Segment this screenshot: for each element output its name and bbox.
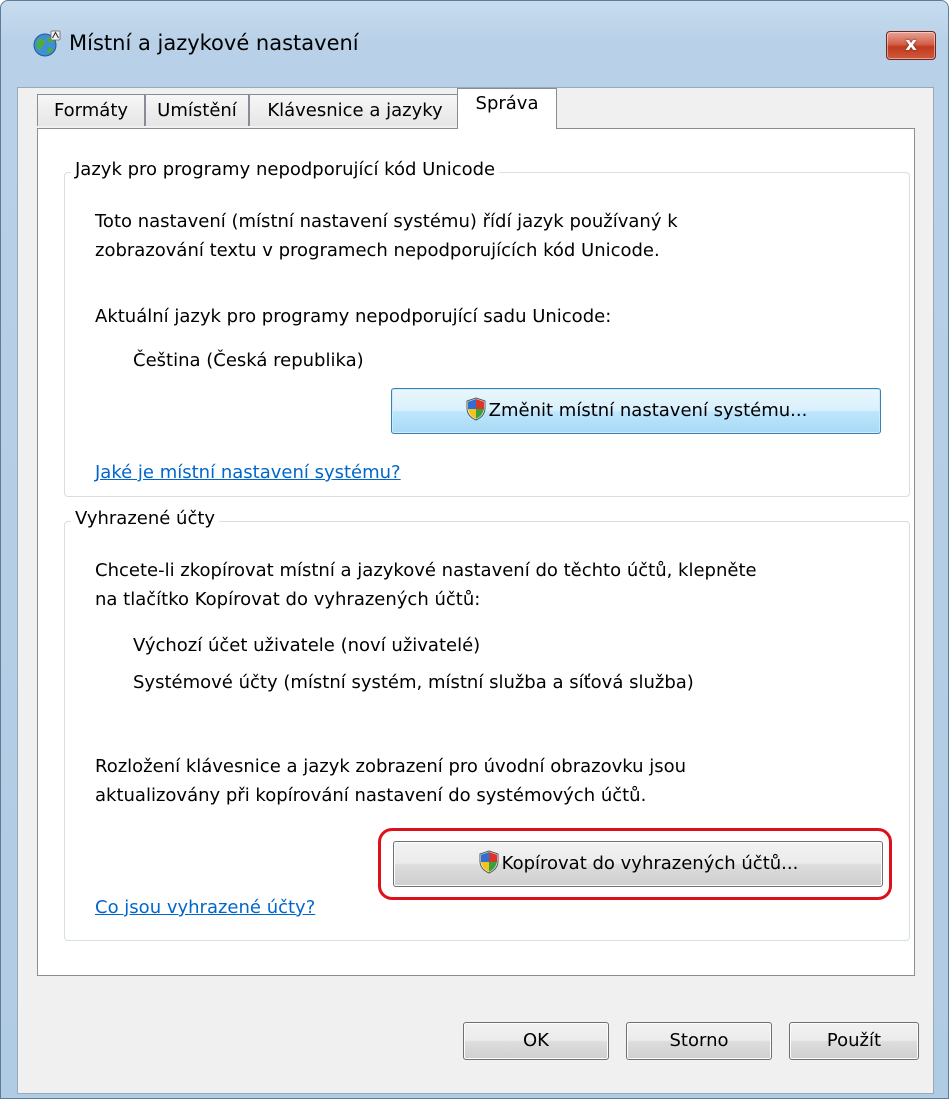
reserved-note-line2: aktualizovány při kopírování nastavení d…: [95, 785, 647, 806]
system-accounts-item: Systémové účty (místní systém, místní sl…: [133, 672, 694, 693]
reserved-description-line2: na tlačítko Kopírovat do vyhrazených účt…: [95, 589, 481, 610]
current-language-value: Čeština (Česká republika): [133, 350, 364, 371]
tab-klavesnice-a-jazyky[interactable]: Klávesnice a jazyky: [249, 94, 461, 126]
change-system-locale-label: Změnit místní nastavení systému...: [488, 400, 808, 421]
unicode-description-line2: zobrazování textu v programech nepodporu…: [95, 240, 660, 261]
unicode-description-line1: Toto nastavení (místní nastavení systému…: [95, 211, 678, 232]
globe-icon: [33, 30, 61, 57]
reserved-description-line1: Chcete-li zkopírovat místní a jazykové n…: [95, 560, 757, 581]
default-user-account-item: Výchozí účet uživatele (noví uživatelé): [133, 635, 481, 656]
cancel-button[interactable]: Storno: [626, 1022, 772, 1060]
title-bar[interactable]: Místní a jazykové nastavení x: [1, 1, 948, 87]
tab-formaty[interactable]: Formáty: [37, 94, 145, 126]
unicode-group-title: Jazyk pro programy nepodporující kód Uni…: [71, 159, 500, 180]
close-button[interactable]: x: [886, 31, 936, 60]
reserved-accounts-help-link[interactable]: Co jsou vyhrazené účty?: [95, 897, 315, 918]
tab-strip: Formáty Umístění Klávesnice a jazyky Spr…: [37, 88, 917, 129]
dialog-client-area: Formáty Umístění Klávesnice a jazyky Spr…: [17, 87, 934, 1094]
ok-button[interactable]: OK: [463, 1022, 609, 1060]
system-locale-help-link[interactable]: Jaké je místní nastavení systému?: [95, 462, 401, 483]
red-highlight-annotation: [378, 828, 892, 900]
uac-shield-icon: [466, 397, 486, 421]
tab-sprava[interactable]: Správa: [457, 88, 557, 129]
current-language-label: Aktuální jazyk pro programy nepodporujíc…: [95, 306, 612, 327]
window-title: Místní a jazykové nastavení: [69, 31, 359, 55]
reserved-accounts-group-title: Vyhrazené účty: [71, 508, 220, 529]
tab-umisteni[interactable]: Umístění: [145, 94, 249, 126]
unicode-group: Jazyk pro programy nepodporující kód Uni…: [64, 159, 910, 497]
dialog-window: Místní a jazykové nastavení x Formáty Um…: [0, 0, 949, 1099]
close-icon: x: [905, 34, 917, 55]
apply-button[interactable]: Použít: [789, 1022, 919, 1060]
reserved-note-line1: Rozložení klávesnice a jazyk zobrazení p…: [95, 756, 687, 777]
change-system-locale-button[interactable]: Změnit místní nastavení systému...: [391, 388, 881, 434]
